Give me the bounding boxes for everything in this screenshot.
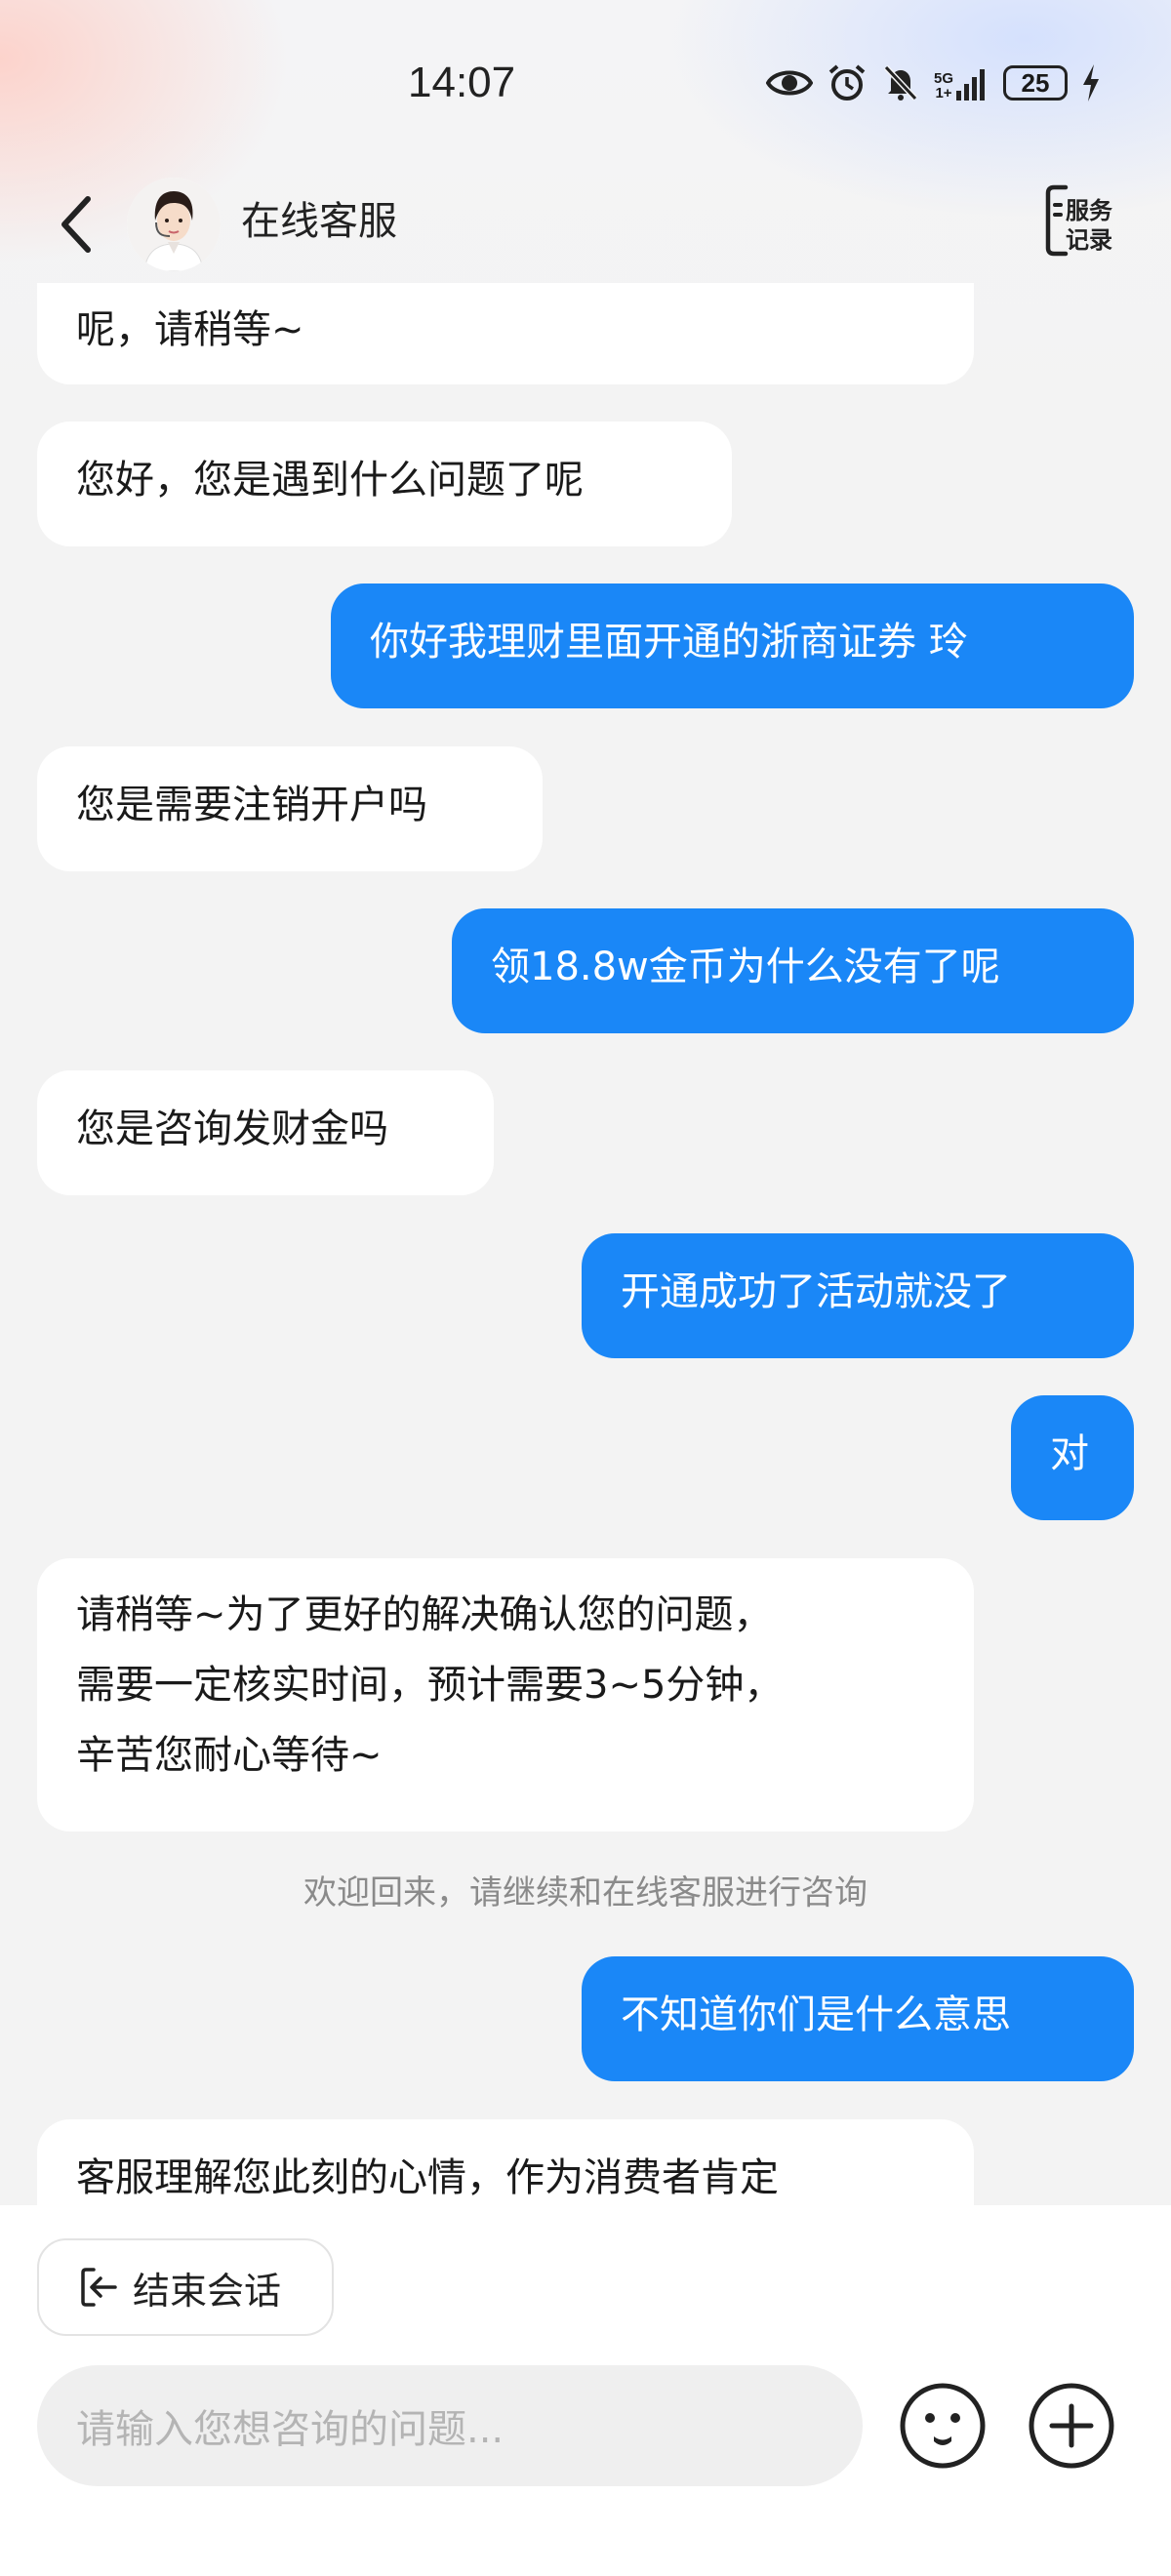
service-record-button[interactable]: 服务 记录 <box>1044 183 1126 258</box>
message-text: 您好，您是遇到什么问题了呢 <box>76 458 584 503</box>
message-bubble-agent: 客服理解您此刻的心情，作为消费者肯定 <box>37 2119 974 2205</box>
system-notice: 欢迎回来，请继续和在线客服进行咨询 <box>303 1873 868 1912</box>
message-text-line: 请稍等~为了更好的解决确认您的问题， <box>76 1592 773 1637</box>
network-type: 5G <box>934 70 954 87</box>
eye-icon <box>766 70 813 96</box>
message-bubble-agent: 您是咨询发财金吗 <box>37 1070 494 1195</box>
exit-icon <box>81 2268 117 2307</box>
battery-level: 25 <box>1021 67 1050 98</box>
alarm-icon <box>828 64 866 101</box>
message-text: 不知道你们是什么意思 <box>621 1992 1011 2037</box>
mute-icon <box>883 64 918 101</box>
agent-avatar-icon <box>127 178 221 271</box>
message-bubble-user: 你好我理财里面开通的浙商证券 玲 <box>331 584 1134 708</box>
message-bubble-agent: 呢，请稍等~ <box>37 283 974 384</box>
chat-messages[interactable]: 呢，请稍等~ 您好，您是遇到什么问题了呢 你好我理财里面开通的浙商证券 玲 您是… <box>0 283 1171 2205</box>
message-text: 您是咨询发财金吗 <box>76 1107 388 1151</box>
status-time: 14:07 <box>408 59 516 106</box>
message-bubble-user: 领18.8w金币为什么没有了呢 <box>452 908 1134 1033</box>
input-placeholder: 请输入您想咨询的问题... <box>76 2407 505 2452</box>
message-bubble-agent: 请稍等~为了更好的解决确认您的问题， 需要一定核实时间，预计需要3~5分钟， 辛… <box>37 1558 974 1831</box>
emoji-button[interactable] <box>898 2381 988 2471</box>
message-bubble-agent: 您好，您是遇到什么问题了呢 <box>37 422 732 546</box>
network-indicator: 5G 1+ <box>934 65 989 101</box>
chat-header: 在线客服 服务 记录 <box>0 166 1171 283</box>
back-button[interactable] <box>47 187 105 262</box>
status-bar: 14:07 5G 1+ 25 <box>0 0 1171 166</box>
end-session-label: 结束会话 <box>133 2269 282 2313</box>
plus-icon <box>1029 2383 1114 2469</box>
message-text: 呢，请稍等~ <box>76 307 304 352</box>
message-text: 对 <box>1050 1431 1089 1476</box>
message-input[interactable]: 请输入您想咨询的问题... <box>37 2365 863 2486</box>
message-bubble-user: 不知道你们是什么意思 <box>582 1956 1134 2081</box>
battery-icon: 25 <box>1003 65 1069 101</box>
message-bubble-user: 开通成功了活动就没了 <box>582 1233 1134 1358</box>
message-text: 客服理解您此刻的心情，作为消费者肯定 <box>76 2155 779 2200</box>
charging-icon <box>1083 64 1100 101</box>
network-sub: 1+ <box>935 85 952 101</box>
message-text: 领18.8w金币为什么没有了呢 <box>491 945 1000 989</box>
emoji-icon <box>900 2383 986 2469</box>
avatar[interactable] <box>127 178 221 271</box>
signal-icon <box>956 69 986 101</box>
message-bubble-user: 对 <box>1011 1395 1134 1520</box>
message-text: 您是需要注销开户吗 <box>76 783 427 827</box>
page-title: 在线客服 <box>241 199 397 244</box>
message-text-line: 需要一定核实时间，预计需要3~5分钟， <box>76 1663 784 1708</box>
message-bubble-agent: 您是需要注销开户吗 <box>37 746 543 871</box>
add-button[interactable] <box>1027 2381 1116 2471</box>
message-text-line: 辛苦您耐心等待~ <box>76 1733 383 1778</box>
status-icons: 5G 1+ 25 <box>766 59 1101 107</box>
message-text: 开通成功了活动就没了 <box>621 1269 1011 1314</box>
chevron-left-icon <box>61 196 91 253</box>
message-text: 你好我理财里面开通的浙商证券 玲 <box>370 620 968 664</box>
service-record-label-2: 记录 <box>1066 226 1112 254</box>
end-session-button[interactable]: 结束会话 <box>37 2238 334 2336</box>
input-bar: 结束会话 请输入您想咨询的问题... <box>0 2205 1171 2576</box>
